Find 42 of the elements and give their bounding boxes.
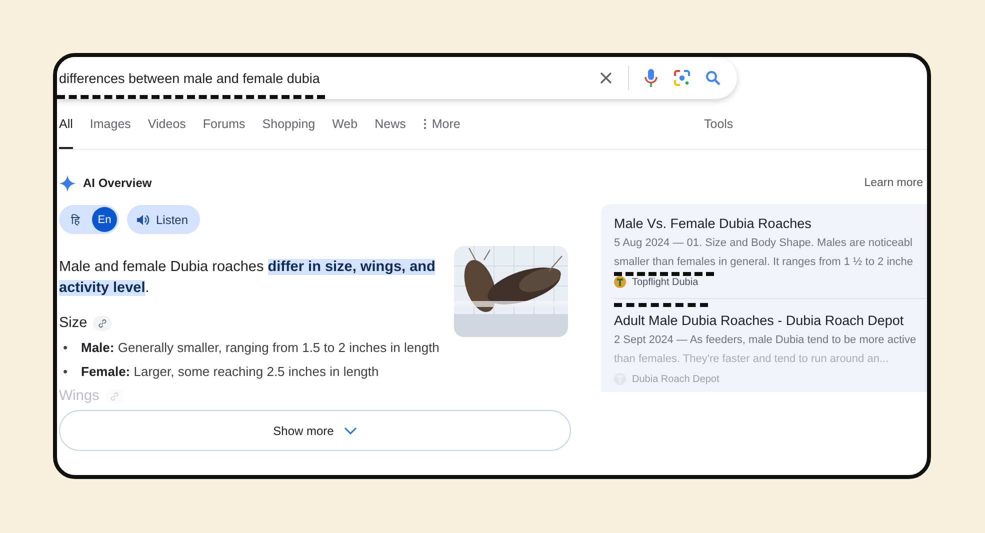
source-title[interactable]: Adult Male Dubia Roaches - Dubia Roach Depot: [614, 311, 927, 331]
section-heading: Wings: [59, 388, 100, 404]
search-tab[interactable]: Web: [332, 99, 358, 149]
source-snippet: smaller than females in general. It ranges from 1 ½ to 2 inche: [614, 255, 914, 270]
bullet-text: Female: Larger, some reaching 2.5 inches in length: [81, 363, 379, 381]
search-query: differences between male and female dubia: [59, 70, 321, 86]
source-title[interactable]: Male Vs. Female Dubia Roaches: [614, 214, 927, 234]
source-snippet: 2 Sept 2024 — As feeders, male Dubia tend to be more active: [614, 333, 918, 348]
search-tab[interactable]: Forums: [202, 99, 246, 149]
search-tab[interactable]: Images: [90, 99, 131, 149]
listen-button[interactable]: Listen: [127, 205, 200, 234]
bullet-marker: •: [63, 339, 69, 357]
microphone-icon[interactable]: [643, 68, 659, 88]
site-favicon-icon: [614, 276, 626, 288]
source-site[interactable]: Topflight Dubia: [632, 276, 698, 288]
show-more-button[interactable]: Show more: [59, 410, 571, 451]
learn-more-link[interactable]: Learn more: [864, 177, 923, 189]
language-toggle[interactable]: En: [92, 207, 117, 232]
search-field[interactable]: differences between male and female dubia: [57, 57, 737, 99]
camera-lens-icon[interactable]: [673, 69, 691, 87]
tools-tab[interactable]: Tools: [704, 117, 734, 131]
close-icon[interactable]: [598, 70, 614, 86]
link-chip[interactable]: [93, 316, 112, 330]
search-tab[interactable]: All: [59, 99, 73, 149]
more-vert-icon: [422, 118, 427, 130]
source-snippet: 5 Aug 2024 — 01. Size and Body Shape. Males are noticeabl: [614, 236, 914, 251]
speaker-icon: [136, 212, 150, 226]
search-tab[interactable]: Shopping: [262, 99, 316, 149]
chevron-down-icon: [344, 426, 357, 434]
bullet-marker: •: [63, 363, 69, 381]
ai-overview-title: AI Overview: [83, 176, 153, 190]
source-snippet: than females. They're faster and tend to run around an...: [614, 352, 890, 367]
search-tab[interactable]: Videos: [148, 99, 186, 149]
link-icon: [98, 318, 108, 328]
language-toggle[interactable]: हि: [63, 207, 88, 232]
bullet-text: Male: Generally smaller, ranging from 1.5 to 2 inches in length: [81, 339, 440, 357]
section-heading: Size: [59, 315, 88, 331]
sparkle-icon: [59, 174, 76, 192]
search-tab[interactable]: More: [432, 99, 460, 149]
link-icon: [110, 392, 120, 400]
search-icon[interactable]: [705, 70, 721, 86]
search-tab[interactable]: News: [374, 99, 406, 149]
